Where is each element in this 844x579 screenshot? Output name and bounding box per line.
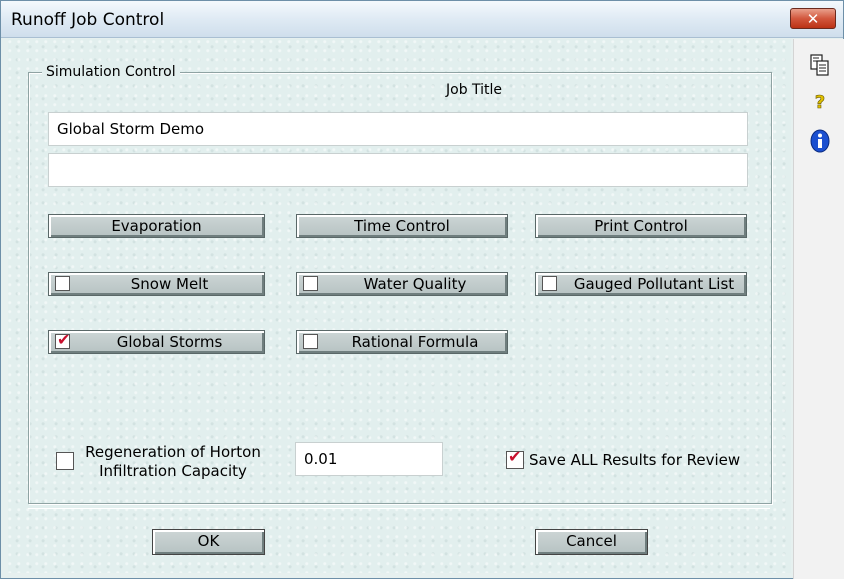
gauged-pollutant-list-checkbox[interactable] [542,276,557,291]
save-all-results-label: Save ALL Results for Review [529,451,741,469]
window-title: Runoff Job Control [11,10,165,30]
sidebar: ? [793,39,844,579]
rational-formula-label: Rational Formula [351,333,479,351]
group-label: Simulation Control [42,64,180,80]
horton-regeneration-label: Regeneration of Horton Infiltration Capa… [78,443,268,481]
close-icon: ✕ [806,10,820,28]
horton-label-line2: Infiltration Capacity [99,462,247,480]
divider [28,508,770,509]
close-button[interactable]: ✕ [790,8,836,29]
checkmark-icon: ✔ [508,447,522,466]
ok-button[interactable]: OK [152,529,265,555]
water-quality-checkbox[interactable] [303,276,318,291]
global-storms-toggle[interactable]: ✔ Global Storms [48,330,265,354]
svg-text:?: ? [815,92,825,113]
horton-label-line1: Regeneration of Horton [85,443,261,461]
evaporation-button[interactable]: Evaporation [48,214,265,238]
horton-regeneration-checkbox[interactable] [56,452,74,470]
job-title-line2-input[interactable] [48,153,748,187]
copy-icon[interactable] [808,53,832,77]
job-title-line1-input[interactable]: Global Storm Demo [48,112,748,146]
snow-melt-checkbox[interactable] [55,276,70,291]
time-control-button[interactable]: Time Control [296,214,508,238]
global-storms-label: Global Storms [116,333,223,351]
save-all-results-checkbox[interactable]: ✔ [506,447,524,469]
job-title-label: Job Title [446,82,503,98]
snow-melt-label: Snow Melt [130,275,209,293]
rational-formula-toggle[interactable]: Rational Formula [296,330,508,354]
help-icon[interactable]: ? [808,89,832,114]
water-quality-toggle[interactable]: Water Quality [296,272,508,296]
cancel-button[interactable]: Cancel [535,529,648,555]
horton-value-input[interactable]: 0.01 [295,442,443,476]
print-control-button[interactable]: Print Control [535,214,747,238]
gauged-pollutant-list-toggle[interactable]: Gauged Pollutant List [535,272,747,296]
checkmark-icon: ✔ [57,330,71,349]
title-bar[interactable]: Runoff Job Control ✕ [1,1,843,38]
info-icon[interactable] [808,129,832,153]
snow-melt-toggle[interactable]: Snow Melt [48,272,265,296]
gauged-pollutant-list-label: Gauged Pollutant List [573,275,735,293]
rational-formula-checkbox[interactable] [303,334,318,349]
global-storms-checkbox[interactable]: ✔ [55,330,70,349]
water-quality-label: Water Quality [363,275,467,293]
